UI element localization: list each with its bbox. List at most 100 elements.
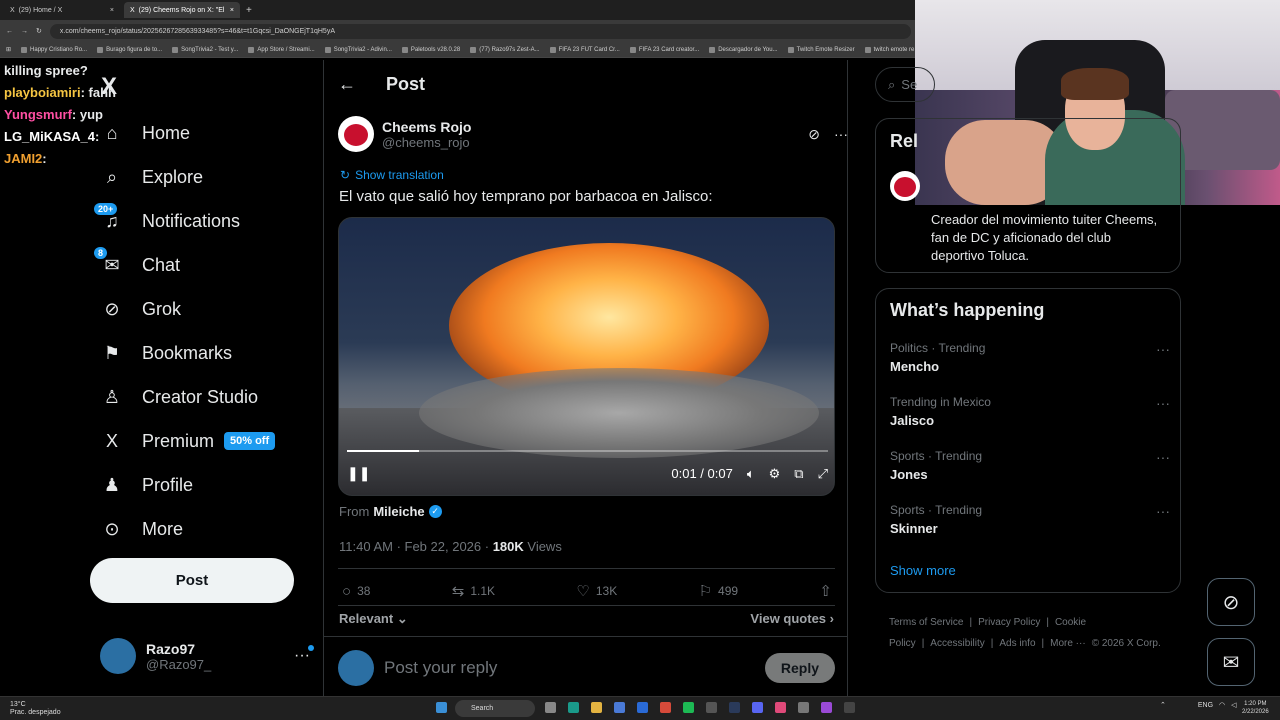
more-icon[interactable]: ··· [1156,395,1170,411]
sidebar-item-profile[interactable]: ♟ Profile [100,463,275,507]
close-icon[interactable]: × [230,7,234,14]
sort-dropdown[interactable]: Relevant ⌄ [339,611,408,627]
browser-tab-post[interactable]: X (29) Cheems Rojo on X: "El × [124,2,240,18]
pause-icon[interactable]: ❚❚ [347,465,370,482]
bookmark-item[interactable]: Twitch Emote Resizer [787,46,855,53]
taskbar-search[interactable]: Search [455,700,535,717]
edge-icon[interactable] [568,702,579,713]
back-icon[interactable]: ← [6,28,13,35]
sidebar-item-more[interactable]: ⊙ More [100,507,275,551]
pip-icon[interactable]: ⧉ [794,466,803,482]
more-icon[interactable]: ··· [294,645,314,665]
sidebar-item-home[interactable]: ⌂ Home [100,111,275,155]
footer-link[interactable]: Terms of Service [889,617,963,628]
trend-item[interactable]: Sports · Trending Jones ··· [890,449,1170,482]
forward-icon[interactable]: → [21,28,28,35]
fullscreen-icon[interactable]: ⤢ [818,466,828,482]
apps-icon[interactable]: ⊞ [6,46,11,53]
trend-item[interactable]: Trending in Mexico Jalisco ··· [890,395,1170,428]
bookmark-item[interactable]: SongTrivia2 - Test y... [172,46,238,53]
reload-icon[interactable]: ↻ [36,27,42,35]
steam-icon[interactable] [729,702,740,713]
app-icon[interactable] [844,702,855,713]
more-icon[interactable]: ··· [1156,341,1170,357]
sidebar-item-chat[interactable]: ✉ 8 Chat [94,243,275,287]
grok-icon[interactable]: ⊘ [808,126,820,143]
back-arrow-icon[interactable]: ← [338,74,356,95]
sidebar-item-creator-studio[interactable]: ♙ Creator Studio [100,375,275,419]
account-switcher[interactable]: Razo97 @Razo97_ ··· [100,638,314,674]
like-button[interactable]: ♡ 13K [576,582,617,600]
new-tab-icon[interactable]: + [246,5,252,16]
weather-widget[interactable]: 13°C Prac. despejado [10,701,61,717]
more-icon[interactable]: ··· [1156,503,1170,519]
footer-link[interactable]: © 2026 X Corp. [1092,638,1161,649]
reply-button[interactable]: ○ 38 [342,582,370,600]
volume-icon[interactable]: ◁ [1231,701,1236,709]
volume-icon[interactable]: 🔈︎ [747,466,755,482]
taskview-icon[interactable] [545,702,556,713]
app-icon[interactable] [821,702,832,713]
mail-app-icon[interactable] [637,702,648,713]
repost-button[interactable]: ⇆ 1.1K [452,582,495,600]
footer-link[interactable]: Accessibility [930,638,984,649]
bookmark-item[interactable]: SongTrivia2 - Adivin... [324,46,392,53]
clock[interactable]: 1:20 PM 2/22/2026 [1242,700,1269,716]
wifi-icon[interactable]: ◠ [1219,701,1225,709]
show-more-link[interactable]: Show more [890,563,956,578]
show-translation-link[interactable]: ↻ Show translation [340,168,444,182]
url-field[interactable]: x.com/cheems_rojo/status/202562672856393… [49,23,911,39]
author-avatar[interactable] [890,171,920,201]
music-icon[interactable] [775,702,786,713]
bookmark-item[interactable]: Burago figura de to... [97,46,162,53]
bookmark-item[interactable]: twitch emote re [864,46,914,53]
sidebar-item-explore[interactable]: ⌕ Explore [100,155,275,199]
settings-icon[interactable]: ⚙ [769,466,781,482]
bookmark-item[interactable]: Paletools v28.0.28 [401,46,460,53]
author-name[interactable]: Cheems Rojo [382,119,471,135]
file-explorer-icon[interactable] [591,702,602,713]
search-input[interactable]: ⌕ Se [875,67,935,102]
post-button[interactable]: Post [90,558,294,603]
trend-item[interactable]: Sports · Trending Skinner ··· [890,503,1170,536]
bookmark-item[interactable]: FIFA 23 FUT Card Cr... [549,46,620,53]
video-player[interactable]: ❚❚ 0:01 / 0:07 🔈︎ ⚙ ⧉ ⤢ [338,217,835,496]
bookmark-item[interactable]: (77) Razo97s Zest-A... [470,46,540,53]
bookmark-button[interactable]: ⚐ 499 [699,582,738,600]
chrome-icon[interactable] [660,702,671,713]
footer-link[interactable]: More ··· [1050,638,1086,649]
view-quotes-link[interactable]: View quotes › [750,611,834,627]
bookmark-item[interactable]: FIFA 23 Card creator... [629,46,699,53]
bookmark-item[interactable]: App Store / Streami... [248,46,315,53]
trend-item[interactable]: Politics · Trending Mencho ··· [890,341,1170,374]
messages-fab-button[interactable]: ✉ [1207,638,1255,686]
grok-fab-button[interactable]: ⊘ [1207,578,1255,626]
app-icon[interactable] [798,702,809,713]
author-handle[interactable]: @cheems_rojo [382,135,471,150]
source-user[interactable]: Mileiche [373,504,424,519]
author-avatar[interactable] [338,116,374,152]
windows-start-icon[interactable] [436,702,447,713]
reply-submit-button[interactable]: Reply [764,653,835,683]
more-icon[interactable]: ··· [834,126,848,143]
reply-input[interactable]: Post your reply [384,658,497,678]
lang-indicator[interactable]: ENG [1198,702,1213,709]
share-button[interactable]: ⇧ [819,582,832,600]
sidebar-item-premium[interactable]: X Premium 50% off [100,419,276,463]
obs-icon[interactable] [706,702,717,713]
spotify-icon[interactable] [683,702,694,713]
video-progress-bar[interactable] [347,450,828,452]
browser-tab-home[interactable]: X (29) Home / X × [4,2,120,18]
footer-link[interactable]: Privacy Policy [978,617,1040,628]
sidebar-item-grok[interactable]: ⊘ Grok [100,287,275,331]
bookmark-item[interactable]: Descargador de You... [709,46,778,53]
chevron-up-icon[interactable]: ⌃ [1160,701,1166,709]
store-icon[interactable] [614,702,625,713]
sidebar-item-bookmarks[interactable]: ⚑ Bookmarks [100,331,275,375]
sidebar-item-notifications[interactable]: ♫ 20+ Notifications [94,199,275,243]
footer-link[interactable]: Ads info [999,638,1035,649]
close-icon[interactable]: × [110,7,114,14]
more-icon[interactable]: ··· [1156,449,1170,465]
bookmark-item[interactable]: Happy Cristiano Ro... [21,46,87,53]
discord-icon[interactable] [752,702,763,713]
